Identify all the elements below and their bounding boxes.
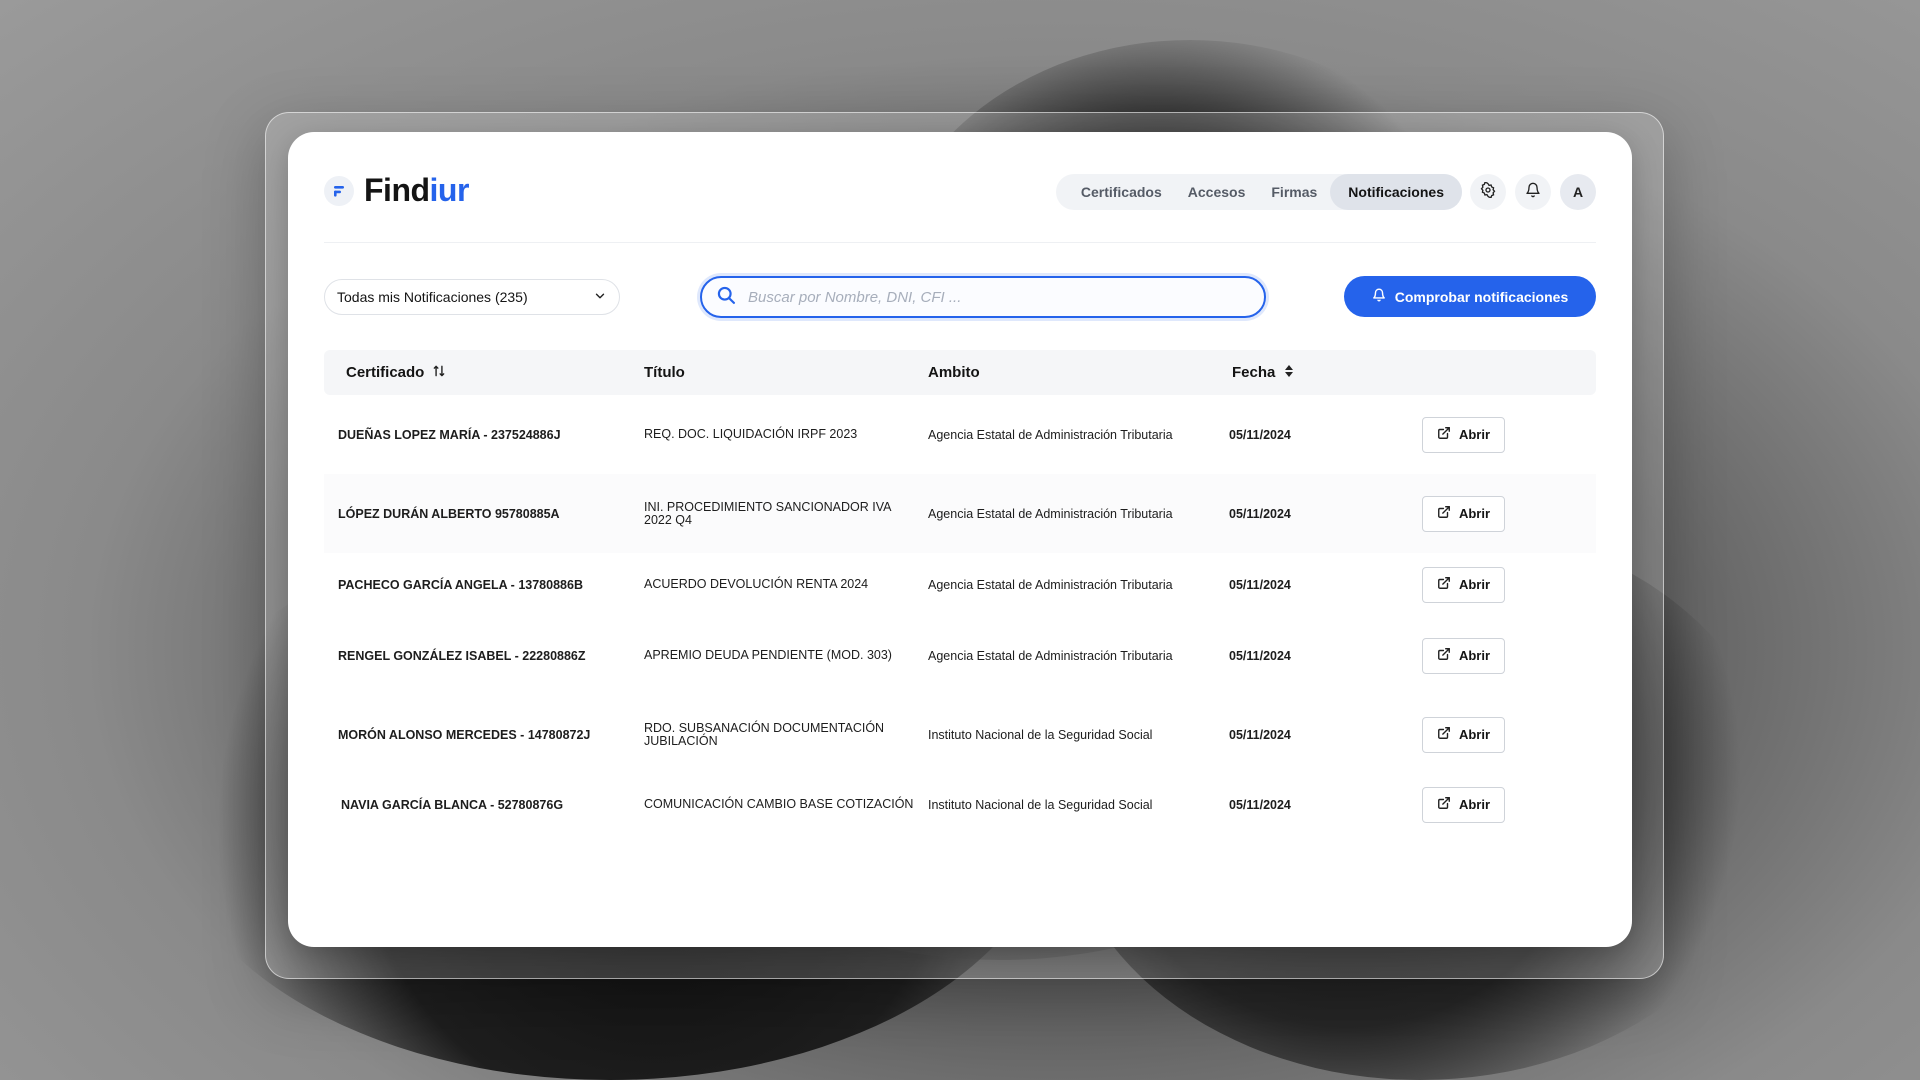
column-header-titulo: Título (644, 364, 685, 381)
search-input[interactable] (746, 287, 1230, 307)
external-link-icon (1437, 426, 1451, 443)
open-button[interactable]: Abrir (1422, 786, 1505, 823)
search-icon (716, 285, 736, 310)
bell-icon (1372, 288, 1386, 305)
filter-selected-label: Todas mis Notificaciones (235) (337, 289, 528, 305)
brand-logo[interactable]: Findiur (324, 172, 469, 209)
notification-filter-select[interactable]: Todas mis Notificaciones (235) (324, 279, 620, 315)
app-header: Findiur Certificados Accesos Firmas Noti… (324, 132, 1596, 243)
sort-icon (1283, 364, 1295, 382)
nav-item-notificaciones[interactable]: Notificaciones (1330, 174, 1462, 210)
table-row: NAVIA GARCÍA BLANCA - 52780876G COMUNICA… (324, 774, 1596, 835)
search-box[interactable] (700, 276, 1266, 318)
settings-button[interactable] (1470, 174, 1506, 210)
gear-icon (1480, 181, 1496, 203)
check-notifications-button[interactable]: Comprobar notificaciones (1344, 276, 1596, 317)
column-header-certificado[interactable]: Certificado (346, 350, 446, 395)
table-row: PACHECO GARCÍA ANGELA - 13780886B ACUERD… (324, 553, 1596, 616)
external-link-icon (1437, 796, 1451, 813)
table-row: MORÓN ALONSO MERCEDES - 14780872J RDO. S… (324, 695, 1596, 774)
bell-icon (1525, 182, 1541, 203)
table-row: RENGEL GONZÁLEZ ISABEL - 22280886Z APREM… (324, 616, 1596, 695)
chevron-down-icon (593, 289, 607, 306)
user-avatar[interactable]: A (1560, 174, 1596, 210)
external-link-icon (1437, 726, 1451, 743)
notifications-button[interactable] (1515, 174, 1551, 210)
external-link-icon (1437, 505, 1451, 522)
check-notifications-label: Comprobar notificaciones (1394, 288, 1569, 305)
brand-name: Findiur (364, 172, 469, 208)
open-button[interactable]: Abrir (1422, 716, 1505, 753)
nav-item-certificados[interactable]: Certificados (1068, 174, 1175, 210)
open-button[interactable]: Abrir (1422, 416, 1505, 453)
open-button[interactable]: Abrir (1422, 637, 1505, 674)
sort-icon (432, 364, 446, 382)
app-window: Findiur Certificados Accesos Firmas Noti… (288, 132, 1632, 947)
nav-item-accesos[interactable]: Accesos (1175, 174, 1259, 210)
open-button[interactable]: Abrir (1422, 495, 1505, 532)
nav-item-firmas[interactable]: Firmas (1258, 174, 1330, 210)
column-header-fecha[interactable]: Fecha (1232, 350, 1295, 395)
notifications-table: Certificado Título Ambito Fecha DUEÑAS L… (324, 350, 1596, 835)
external-link-icon (1437, 647, 1451, 664)
main-nav: Certificados Accesos Firmas Notificacion… (1055, 174, 1462, 210)
table-row: LÓPEZ DURÁN ALBERTO 95780885A INI. PROCE… (324, 474, 1596, 553)
table-row: DUEÑAS LOPEZ MARÍA - 237524886J REQ. DOC… (324, 395, 1596, 474)
external-link-icon (1437, 576, 1451, 593)
open-button[interactable]: Abrir (1422, 566, 1505, 603)
column-header-ambito: Ambito (928, 364, 980, 381)
table-header: Certificado Título Ambito Fecha (324, 350, 1596, 395)
logo-icon (324, 175, 354, 206)
